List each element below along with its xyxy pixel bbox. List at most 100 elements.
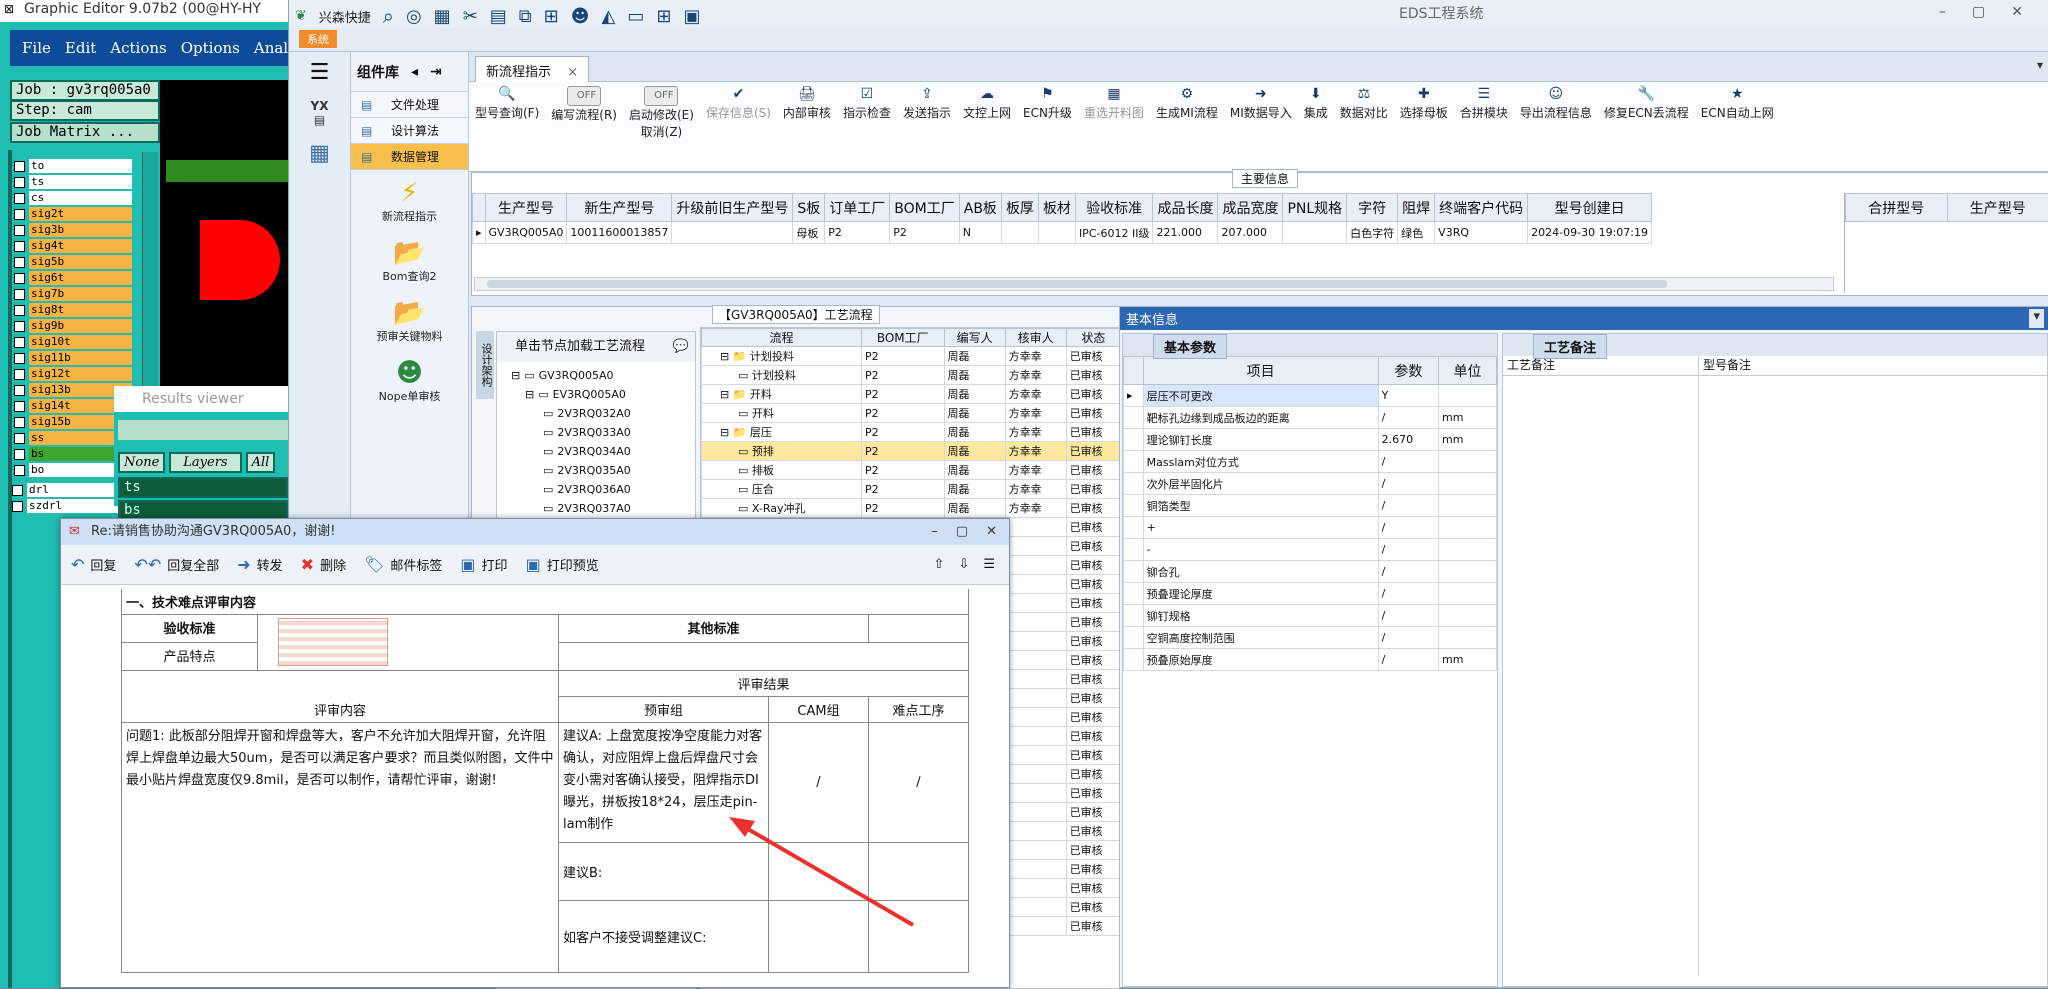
component-big-item[interactable]: ⚡新流程指示 — [351, 178, 468, 224]
tree-node[interactable]: ⊟▭GV3RQ005A0 — [503, 366, 695, 385]
layer-checkbox[interactable] — [14, 337, 25, 348]
table-icon[interactable]: ▦ — [434, 6, 451, 27]
ribbon-button[interactable]: ☑指示检查 — [837, 86, 897, 121]
email-toolbar-button[interactable]: ↶回复 — [71, 555, 116, 574]
yx-logo-icon[interactable]: YX▤ — [289, 99, 350, 127]
layer-checkbox[interactable] — [14, 449, 25, 460]
param-row[interactable]: 预叠理论厚度/ — [1124, 583, 1497, 605]
down-icon[interactable]: ⇩ — [958, 557, 969, 572]
up-icon[interactable]: ⇧ — [934, 557, 945, 572]
search-icon[interactable]: ⌕ — [383, 4, 394, 28]
component-item[interactable]: ▤设计算法 — [351, 118, 468, 144]
layer-checkbox[interactable] — [12, 501, 23, 512]
param-row[interactable]: Masslam对位方式/ — [1124, 451, 1497, 473]
lifebuoy-icon[interactable]: ◎ — [406, 6, 422, 27]
param-value[interactable]: Y — [1378, 385, 1438, 407]
toggle-switch[interactable]: OFF — [644, 86, 678, 106]
column-header[interactable]: 终端客户代码 — [1435, 194, 1528, 222]
main-grid-row[interactable]: ▸GV3RQ005A010011600013857母板P2P2NIPC-6012… — [473, 222, 1652, 244]
tab-menu-icon[interactable]: ▾ — [2037, 58, 2043, 72]
tab-new-process[interactable]: 新流程指示 × — [475, 56, 589, 84]
column-header[interactable]: 升级前旧生产型号 — [672, 194, 793, 222]
calculator-icon[interactable]: ▦ — [289, 141, 350, 166]
graphic-canvas[interactable] — [160, 80, 290, 400]
ribbon-button[interactable]: ▦重选开料图 — [1078, 86, 1150, 121]
ribbon-button[interactable]: ⇪发送指示 — [897, 86, 957, 121]
column-header[interactable]: 板材 — [1038, 194, 1075, 222]
column-header[interactable]: 生产型号 — [1947, 194, 2048, 222]
param-value[interactable]: / — [1378, 627, 1438, 649]
param-row[interactable]: ▸层压不可更改Y — [1124, 385, 1497, 407]
column-header[interactable]: S板 — [793, 194, 825, 222]
layer-checkbox[interactable] — [14, 161, 25, 172]
param-value[interactable]: / — [1378, 495, 1438, 517]
user-icon[interactable]: ☻ — [571, 6, 590, 27]
flow-row[interactable]: ▭ 排板P2周磊方幸幸已审核 — [702, 461, 1121, 480]
process-note-area[interactable] — [1503, 376, 1699, 976]
component-big-item[interactable]: 📂Bom查询2 — [351, 238, 468, 284]
column-header[interactable]: 核审人 — [1005, 329, 1066, 347]
layer-row[interactable]: to — [14, 158, 132, 174]
none-button[interactable]: None — [118, 452, 165, 473]
layer-row[interactable]: sig11b — [14, 350, 132, 366]
layer-checkbox[interactable] — [14, 385, 25, 396]
column-header[interactable]: 参数 — [1378, 357, 1438, 385]
param-value[interactable]: / — [1378, 605, 1438, 627]
model-note-area[interactable] — [1699, 376, 2047, 976]
layer-checkbox[interactable] — [14, 209, 25, 220]
layer-checkbox[interactable] — [14, 305, 25, 316]
param-value[interactable]: / — [1378, 517, 1438, 539]
grid-cell[interactable]: IPC-6012 II级 — [1075, 222, 1153, 244]
column-header[interactable]: 状态 — [1066, 329, 1120, 347]
column-header[interactable]: BOM工厂 — [890, 194, 959, 222]
component-big-item[interactable]: 📂预审关键物料 — [351, 298, 468, 344]
expand-icon[interactable]: ⊟ — [525, 388, 534, 401]
column-header[interactable]: 字符 — [1347, 194, 1398, 222]
collapse-left-icon[interactable]: ◂ — [411, 64, 418, 80]
hscroll-thumb[interactable] — [487, 280, 1667, 288]
ribbon-button[interactable]: ⚖数据对比 — [1334, 86, 1394, 121]
grid-cell[interactable]: 207.000 — [1218, 222, 1283, 244]
grid-cell[interactable]: 白色字符 — [1347, 222, 1398, 244]
grid-cell[interactable] — [1283, 222, 1347, 244]
column-header[interactable]: 成品宽度 — [1218, 194, 1283, 222]
layer-row[interactable]: sig6t — [14, 270, 132, 286]
column-header[interactable]: BOM工厂 — [862, 329, 945, 347]
column-header[interactable]: AB板 — [959, 194, 1001, 222]
layer-row[interactable]: sig8t — [14, 302, 132, 318]
layer-checkbox[interactable] — [14, 193, 25, 204]
email-toolbar-button[interactable]: 🏷邮件标签 — [364, 555, 442, 574]
ribbon-button[interactable]: ☰合拼模块 — [1454, 86, 1514, 121]
email-minimize-icon[interactable]: – — [931, 519, 938, 545]
param-row[interactable]: -/ — [1124, 539, 1497, 561]
grid-cell[interactable]: P2 — [825, 222, 890, 244]
grid-icon[interactable]: ⊞ — [544, 6, 559, 27]
grid-cell[interactable]: N — [959, 222, 1001, 244]
monitor-icon[interactable]: ▭ — [627, 6, 644, 27]
layer-checkbox[interactable] — [14, 273, 25, 284]
pin-icon[interactable]: ⇥ — [430, 64, 442, 80]
column-header[interactable]: 阻焊 — [1398, 194, 1435, 222]
layer-row[interactable]: sig7b — [14, 286, 132, 302]
layer-checkbox[interactable] — [14, 465, 25, 476]
ribbon-button[interactable]: ✚选择母板 — [1394, 86, 1454, 121]
ribbon-button[interactable]: ☁文控上网 — [957, 86, 1017, 121]
layer-row[interactable]: sig3b — [14, 222, 132, 238]
column-header[interactable]: 验收标准 — [1075, 194, 1153, 222]
param-value[interactable]: / — [1378, 583, 1438, 605]
ribbon-button[interactable]: ✔保存信息(S) — [700, 86, 777, 121]
scissors-icon[interactable]: ✂ — [463, 6, 478, 27]
layer-checkbox[interactable] — [14, 433, 25, 444]
flow-row[interactable]: ▭ 计划投料P2周磊方幸幸已审核 — [702, 366, 1121, 385]
layer-row[interactable]: sig10t — [14, 334, 132, 350]
menu-actions[interactable]: Actions — [110, 39, 166, 57]
param-row[interactable]: 铜箔类型/ — [1124, 495, 1497, 517]
column-header[interactable]: 生产型号 — [485, 194, 567, 222]
param-value[interactable]: 2.670 — [1378, 429, 1438, 451]
ribbon-button[interactable]: 🔍型号查询(F) — [469, 86, 545, 121]
layer-checkbox[interactable] — [14, 289, 25, 300]
param-row[interactable]: 空铜高度控制范围/ — [1124, 627, 1497, 649]
grid-cell[interactable] — [1038, 222, 1075, 244]
main-grid-hscrollbar[interactable] — [474, 277, 1834, 291]
tab-basic-params[interactable]: 基本参数 — [1153, 334, 1227, 359]
